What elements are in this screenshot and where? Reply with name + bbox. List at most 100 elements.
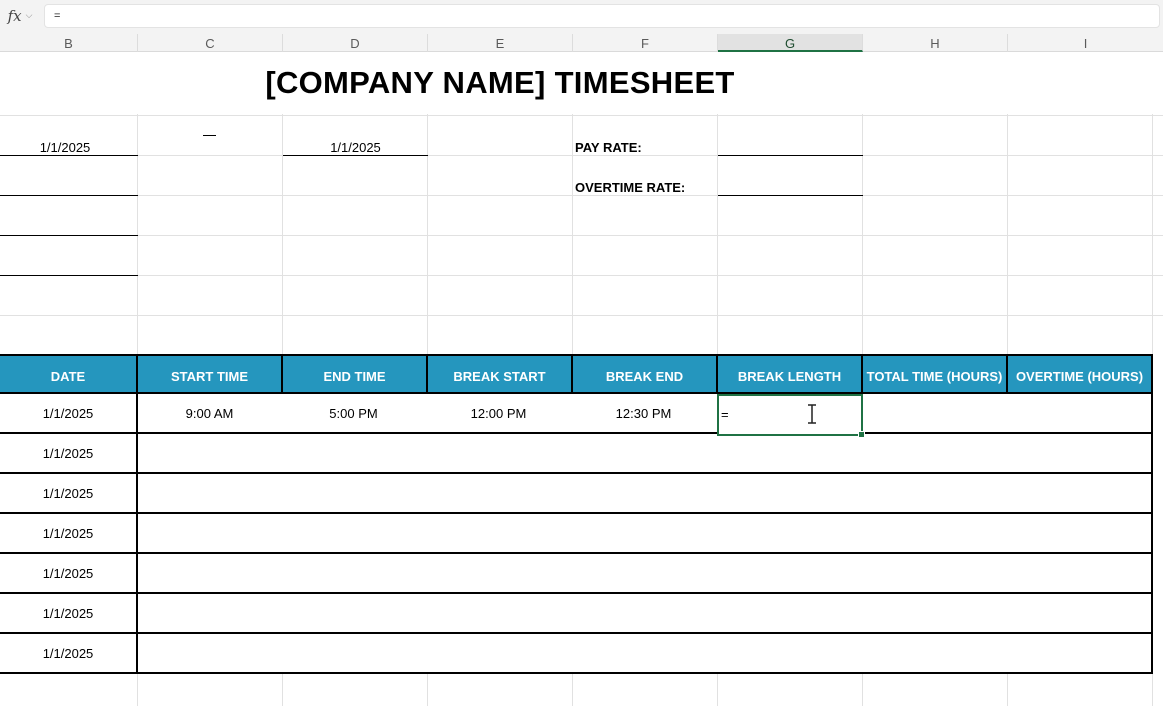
cell-break-end[interactable] [571,434,718,474]
cell-start-time[interactable] [136,474,283,514]
cell-overtime[interactable] [1006,514,1153,554]
cell-break-length[interactable] [716,594,863,634]
cell-start-time[interactable] [136,634,283,674]
start-date-value[interactable]: 1/1/2025 [0,140,130,155]
fx-icon: fx [7,7,22,25]
column-header-f[interactable]: F [573,34,718,52]
cell-end-time[interactable] [281,514,428,554]
cell-break-length[interactable] [716,514,863,554]
cell-start-time[interactable] [136,554,283,594]
cell-end-time[interactable] [281,554,428,594]
cell-total-time[interactable] [861,594,1008,634]
cell-break-start[interactable] [426,434,573,474]
cell-start-time[interactable] [136,594,283,634]
cell-overtime[interactable] [1006,554,1153,594]
active-cell-editor[interactable]: = [717,394,865,438]
cell-break-start[interactable] [426,634,573,674]
cell-break-end[interactable] [571,514,718,554]
cell-end-time[interactable] [281,434,428,474]
cell-date[interactable]: 1/1/2025 [0,434,138,474]
overtime-rate-field[interactable] [718,195,863,196]
cell-break-start[interactable]: 12:00 PM [426,394,573,434]
cell-overtime[interactable] [1006,434,1153,474]
pay-rate-field[interactable] [718,155,863,156]
cell-total-time[interactable] [861,634,1008,674]
cell-break-length[interactable] [716,554,863,594]
table-header-break-length[interactable]: BREAK LENGTH [716,354,863,394]
cell-overtime[interactable] [1006,634,1153,674]
cell-date[interactable]: 1/1/2025 [0,514,138,554]
cell-break-start[interactable] [426,514,573,554]
text-cursor-icon [808,404,816,424]
cell-break-length[interactable] [716,474,863,514]
table-header-total-time[interactable]: TOTAL TIME (HOURS) [861,354,1008,394]
cell-break-start[interactable] [426,594,573,634]
insert-function-button[interactable]: fx ⌵ [0,4,40,28]
gridline [0,115,1163,116]
cell-break-length[interactable] [716,634,863,674]
cell-date[interactable]: 1/1/2025 [0,634,138,674]
underline [283,155,428,156]
underline [0,275,138,276]
cell-date[interactable]: 1/1/2025 [0,394,138,434]
cell-break-end[interactable]: 12:30 PM [571,394,718,434]
cell-date[interactable]: 1/1/2025 [0,594,138,634]
cell-break-end[interactable] [571,634,718,674]
cell-break-start[interactable] [426,474,573,514]
cell-break-length[interactable] [716,434,863,474]
cell-total-time[interactable] [861,474,1008,514]
underline [0,155,138,156]
gridline [0,195,1163,196]
cell-total-time[interactable] [861,514,1008,554]
column-header-e[interactable]: E [428,34,573,52]
table-header-break-end[interactable]: BREAK END [571,354,718,394]
fill-handle[interactable] [858,431,865,438]
underline [0,235,138,236]
table-header-end-time[interactable]: END TIME [281,354,428,394]
cell-end-time[interactable] [281,634,428,674]
gridline [0,315,1163,316]
overtime-rate-label: OVERTIME RATE: [575,180,686,195]
cell-start-time[interactable] [136,434,283,474]
table-header-start-time[interactable]: START TIME [136,354,283,394]
page-title: [COMPANY NAME] TIMESHEET [265,65,735,100]
gridline [0,235,1163,236]
cell-break-end[interactable] [571,554,718,594]
underline [0,195,138,196]
column-header-c[interactable]: C [138,34,283,52]
gridline [0,155,1163,156]
cell-break-end[interactable] [571,594,718,634]
cell-end-time[interactable] [281,474,428,514]
cell-start-time[interactable] [136,514,283,554]
formula-input[interactable]: = [44,4,1160,28]
cell-overtime[interactable] [1006,474,1153,514]
formula-bar: fx ⌵ = [0,0,1163,34]
column-header-b[interactable]: B [0,34,138,52]
column-header-i[interactable]: I [1008,34,1163,52]
cell-start-time[interactable]: 9:00 AM [136,394,283,434]
column-header-h[interactable]: H [863,34,1008,52]
cell-edit-text: = [721,407,729,422]
worksheet-grid[interactable]: [COMPANY NAME] TIMESHEET 1/1/2025 1/1/20… [0,52,1163,706]
column-header-d[interactable]: D [283,34,428,52]
end-date-value[interactable]: 1/1/2025 [283,140,428,155]
table-header-break-start[interactable]: BREAK START [426,354,573,394]
gridline [0,275,1163,276]
table-header-date[interactable]: DATE [0,354,138,394]
cell-total-time[interactable] [861,394,1008,434]
pay-rate-label: PAY RATE: [575,140,642,155]
chevron-down-icon[interactable]: ⌵ [26,11,33,21]
cell-date[interactable]: 1/1/2025 [0,474,138,514]
table-header-overtime[interactable]: OVERTIME (HOURS) [1006,354,1153,394]
cell-end-time[interactable]: 5:00 PM [281,394,428,434]
cell-break-start[interactable] [426,554,573,594]
cell-break-end[interactable] [571,474,718,514]
cell-end-time[interactable] [281,594,428,634]
cell-overtime[interactable] [1006,594,1153,634]
cell-overtime[interactable] [1006,394,1153,434]
cell-total-time[interactable] [861,434,1008,474]
column-header-bar: B C D E F G H I [0,34,1163,52]
cell-total-time[interactable] [861,554,1008,594]
column-header-g[interactable]: G [718,34,863,52]
cell-date[interactable]: 1/1/2025 [0,554,138,594]
